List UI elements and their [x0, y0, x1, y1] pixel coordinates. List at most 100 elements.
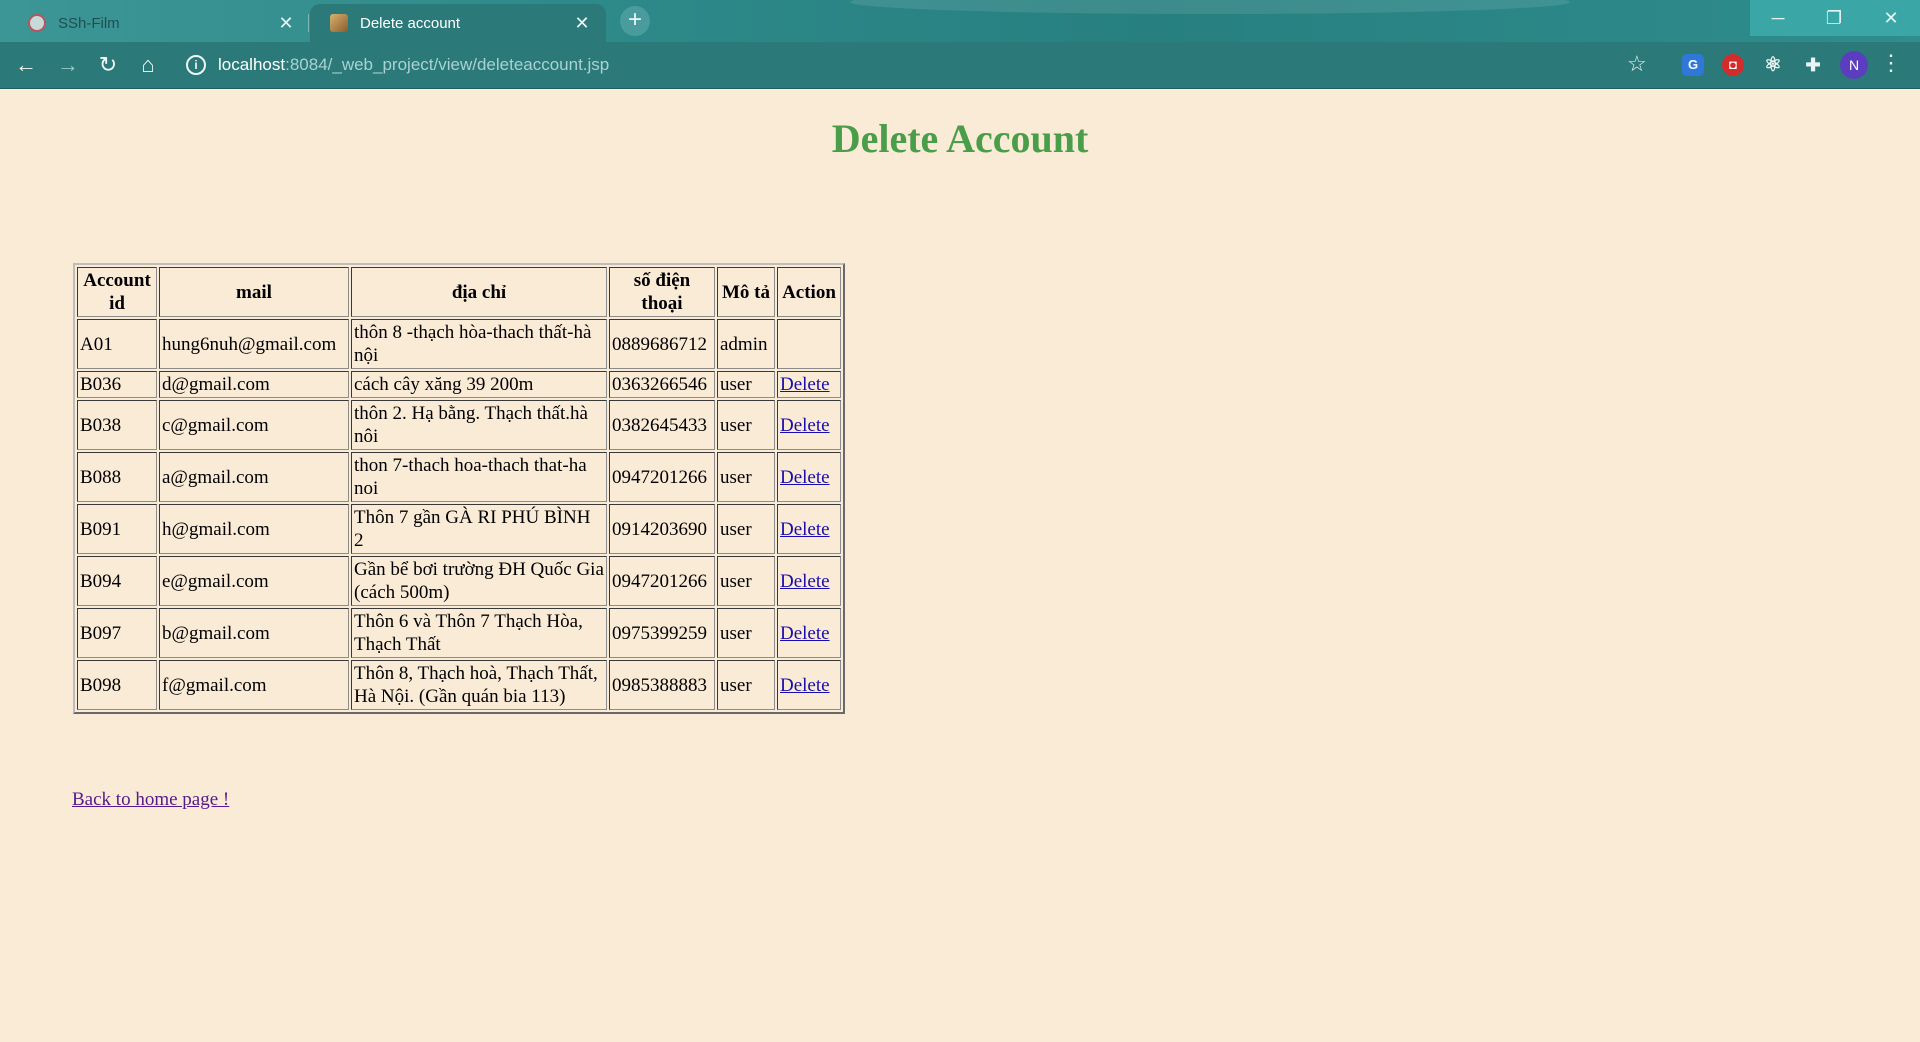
adblock-icon[interactable]: ◘ — [1722, 54, 1744, 76]
cell-address: thôn 2. Hạ bằng. Thạch thất.hà nôi — [351, 400, 607, 450]
cell-address: Thôn 8, Thạch hoà, Thạch Thất, Hà Nội. (… — [351, 660, 607, 710]
cell-role: user — [717, 608, 775, 658]
cell-id: A01 — [77, 319, 157, 369]
delete-link[interactable]: Delete — [780, 675, 830, 696]
info-icon[interactable]: i — [186, 55, 206, 75]
cell-mail: b@gmail.com — [159, 608, 349, 658]
table-row: B094 e@gmail.com Gần bể bơi trường ĐH Quốc… — [77, 556, 841, 606]
table-row: B097 b@gmail.com Thôn 6 và Thôn 7 Thạch Hò… — [77, 608, 841, 658]
table-row: B038 c@gmail.com thôn 2. Hạ bằng. Thạch th… — [77, 400, 841, 450]
cell-id: B036 — [77, 371, 157, 398]
cell-id: B097 — [77, 608, 157, 658]
browser-toolbar: ← → ↻ ⌂ i localhost:8084/_web_project/vi… — [0, 42, 1920, 89]
cell-action — [777, 319, 841, 369]
table-body: A01 hung6nuh@gmail.com thôn 8 -thạch hòa-t… — [77, 319, 841, 710]
column-header: Mô tả — [717, 267, 775, 317]
cell-action: Delete — [777, 660, 841, 710]
cell-role: user — [717, 504, 775, 554]
react-devtools-icon[interactable]: ⚛ — [1762, 54, 1784, 76]
avatar[interactable]: N — [1840, 51, 1868, 79]
cell-phone: 0914203690 — [609, 504, 715, 554]
cell-phone: 0889686712 — [609, 319, 715, 369]
close-tab-icon[interactable]: ✕ — [572, 13, 592, 34]
url-host: localhost — [218, 55, 286, 74]
column-header: Account id — [77, 267, 157, 317]
cell-address: Thôn 7 gần GÀ RI PHÚ BÌNH 2 — [351, 504, 607, 554]
cell-role: user — [717, 556, 775, 606]
cell-role: user — [717, 660, 775, 710]
tab-delete-account[interactable]: Delete account ✕ — [310, 4, 606, 42]
menu-icon[interactable]: ⋮ — [1880, 50, 1902, 76]
delete-link[interactable]: Delete — [780, 519, 830, 540]
star-icon[interactable]: ☆ — [1627, 51, 1647, 77]
translate-icon[interactable]: G — [1682, 54, 1704, 76]
cell-phone: 0947201266 — [609, 452, 715, 502]
delete-link[interactable]: Delete — [780, 623, 830, 644]
cell-role: user — [717, 452, 775, 502]
restore-button[interactable]: ❐ — [1806, 0, 1862, 36]
tab-separator — [308, 14, 309, 32]
cell-mail: e@gmail.com — [159, 556, 349, 606]
table-row: A01 hung6nuh@gmail.com thôn 8 -thạch hòa-t… — [77, 319, 841, 369]
cell-action: Delete — [777, 608, 841, 658]
cell-role: user — [717, 400, 775, 450]
page-title: Delete Account — [831, 116, 1089, 161]
close-tab-icon[interactable]: ✕ — [276, 13, 296, 34]
site-favicon-icon — [330, 14, 348, 32]
cell-action: Delete — [777, 556, 841, 606]
minimize-button[interactable]: ─ — [1750, 0, 1806, 36]
cell-address: cách cây xăng 39 200m — [351, 371, 607, 398]
cell-phone: 0985388883 — [609, 660, 715, 710]
back-icon[interactable]: ← — [10, 49, 42, 81]
cell-address: Gần bể bơi trường ĐH Quốc Gia (cách 500m… — [351, 556, 607, 606]
table-row: B091 h@gmail.com Thôn 7 gần GÀ RI PHÚ BÌNH… — [77, 504, 841, 554]
theme-decoration — [850, 0, 1570, 14]
cell-mail: c@gmail.com — [159, 400, 349, 450]
cell-action: Delete — [777, 452, 841, 502]
tab-title: SSh-Film — [58, 14, 120, 32]
delete-link[interactable]: Delete — [780, 571, 830, 592]
address-bar[interactable]: i localhost:8084/_web_project/view/delet… — [176, 46, 1656, 84]
cell-action: Delete — [777, 400, 841, 450]
cell-phone: 0975399259 — [609, 608, 715, 658]
tab-title: Delete account — [360, 14, 461, 32]
cell-mail: hung6nuh@gmail.com — [159, 319, 349, 369]
cell-mail: h@gmail.com — [159, 504, 349, 554]
delete-link[interactable]: Delete — [780, 415, 830, 436]
cell-action: Delete — [777, 371, 841, 398]
cell-mail: d@gmail.com — [159, 371, 349, 398]
new-tab-button[interactable]: + — [620, 6, 650, 36]
column-header: địa chỉ — [351, 267, 607, 317]
back-to-home-link[interactable]: Back to home page ! — [72, 789, 229, 811]
reload-icon[interactable]: ↻ — [92, 49, 124, 81]
cell-role: admin — [717, 319, 775, 369]
table-row: B036 d@gmail.com cách cây xăng 39 200m 0363… — [77, 371, 841, 398]
delete-link[interactable]: Delete — [780, 374, 830, 395]
cell-id: B038 — [77, 400, 157, 450]
column-header: Action — [777, 267, 841, 317]
cell-address: thôn 8 -thạch hòa-thach thất-hà nội — [351, 319, 607, 369]
cell-role: user — [717, 371, 775, 398]
accounts-table: Account id mail địa chỉ số điện thoại Mô… — [73, 263, 845, 714]
cell-id: B094 — [77, 556, 157, 606]
cell-mail: a@gmail.com — [159, 452, 349, 502]
tab-ssh-film[interactable]: SSh-Film ✕ — [8, 4, 310, 42]
table-row: B088 a@gmail.com thon 7-thach hoa-thach th… — [77, 452, 841, 502]
cell-mail: f@gmail.com — [159, 660, 349, 710]
table-header-row: Account id mail địa chỉ số điện thoại Mô… — [77, 267, 841, 317]
table-row: B098 f@gmail.com Thôn 8, Thạch hoà, Thạch … — [77, 660, 841, 710]
tab-strip: SSh-Film ✕ Delete account ✕ + ─ ❐ ✕ — [0, 0, 1920, 42]
column-header: số điện thoại — [609, 267, 715, 317]
site-favicon-icon — [28, 14, 46, 32]
cell-address: Thôn 6 và Thôn 7 Thạch Hòa, Thạch Thất — [351, 608, 607, 658]
page-content: Delete Account Account id mail địa chỉ s… — [0, 89, 1920, 1042]
delete-link[interactable]: Delete — [780, 467, 830, 488]
forward-icon[interactable]: → — [52, 49, 84, 81]
close-window-button[interactable]: ✕ — [1862, 0, 1920, 36]
cell-id: B088 — [77, 452, 157, 502]
cell-phone: 0363266546 — [609, 371, 715, 398]
url-path: :8084/_web_project/view/deleteaccount.js… — [285, 55, 610, 74]
home-icon[interactable]: ⌂ — [132, 49, 164, 81]
cell-action: Delete — [777, 504, 841, 554]
extensions-icon[interactable]: ✚ — [1802, 54, 1824, 76]
